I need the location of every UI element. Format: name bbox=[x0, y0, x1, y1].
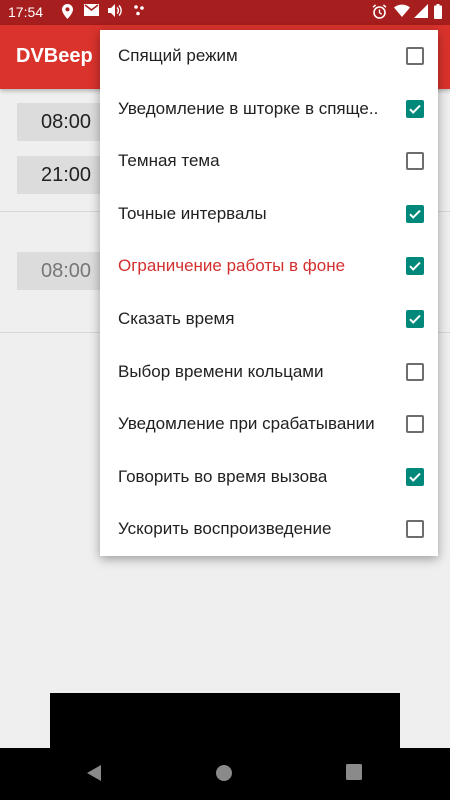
checkmark-icon bbox=[409, 209, 421, 219]
recents-icon[interactable] bbox=[346, 764, 366, 784]
signal-icon bbox=[414, 4, 428, 22]
menu-item[interactable]: Ограничение работы в фоне bbox=[100, 240, 438, 293]
checkmark-icon bbox=[409, 472, 421, 482]
checkmark-icon bbox=[409, 104, 421, 114]
navigation-bar bbox=[0, 748, 450, 800]
menu-item-label: Уведомление при срабатывании bbox=[118, 414, 375, 434]
back-icon[interactable] bbox=[85, 764, 105, 784]
menu-item-label: Выбор времени кольцами bbox=[118, 361, 324, 381]
status-bar: 17:54 bbox=[0, 0, 450, 25]
menu-item[interactable]: Выбор времени кольцами bbox=[100, 346, 438, 399]
checkbox-checked[interactable] bbox=[406, 204, 424, 223]
checkmark-icon bbox=[409, 262, 421, 272]
location-icon bbox=[62, 4, 73, 23]
checkbox-checked[interactable] bbox=[406, 257, 424, 276]
checkbox-unchecked[interactable] bbox=[406, 47, 424, 65]
menu-item-label: Спящий режим bbox=[118, 46, 238, 65]
home-icon[interactable] bbox=[215, 764, 235, 784]
checkbox-checked[interactable] bbox=[406, 310, 424, 328]
battery-icon bbox=[434, 4, 442, 23]
dots-icon bbox=[133, 4, 145, 20]
alarm-icon bbox=[372, 4, 387, 23]
wifi-icon bbox=[394, 4, 410, 21]
app-title: DVBeep bbox=[16, 45, 93, 67]
menu-item[interactable]: Уведомление в шторке в спяще.. bbox=[100, 83, 438, 136]
settings-menu: Спящий режим Уведомление в шторке в спяще… bbox=[100, 30, 438, 556]
menu-item-label: Сказать время bbox=[118, 309, 235, 328]
menu-item-label: Ускорить воспроизведение bbox=[118, 519, 332, 539]
checkbox-checked[interactable] bbox=[406, 467, 424, 486]
menu-item[interactable]: Сказать время bbox=[100, 293, 438, 346]
checkbox-unchecked[interactable] bbox=[406, 415, 424, 434]
menu-item-label: Ограничение работы в фоне bbox=[118, 256, 346, 276]
menu-item[interactable]: Спящий режим bbox=[100, 30, 438, 83]
menu-item[interactable]: Говорить во время вызова bbox=[100, 451, 438, 504]
menu-item-label: Темная тема bbox=[118, 151, 220, 171]
black-overlay bbox=[50, 693, 400, 748]
menu-item-label: Говорить во время вызова bbox=[118, 466, 328, 486]
menu-item-label: Точные интервалы bbox=[118, 203, 267, 223]
checkmark-icon bbox=[409, 314, 421, 324]
menu-item[interactable]: Точные интервалы bbox=[100, 188, 438, 241]
checkbox-checked[interactable] bbox=[406, 99, 424, 118]
checkbox-unchecked[interactable] bbox=[406, 520, 424, 539]
menu-item[interactable]: Уведомление при срабатывании bbox=[100, 398, 438, 451]
menu-item-label: Уведомление в шторке в спяще.. bbox=[118, 98, 379, 118]
status-time: 17:54 bbox=[8, 4, 44, 20]
checkbox-unchecked[interactable] bbox=[406, 152, 424, 171]
volume-icon bbox=[108, 4, 122, 21]
menu-item[interactable]: Темная тема bbox=[100, 135, 438, 188]
menu-item[interactable]: Ускорить воспроизведение bbox=[100, 503, 438, 556]
checkbox-unchecked[interactable] bbox=[406, 362, 424, 381]
mail-icon bbox=[84, 4, 99, 20]
